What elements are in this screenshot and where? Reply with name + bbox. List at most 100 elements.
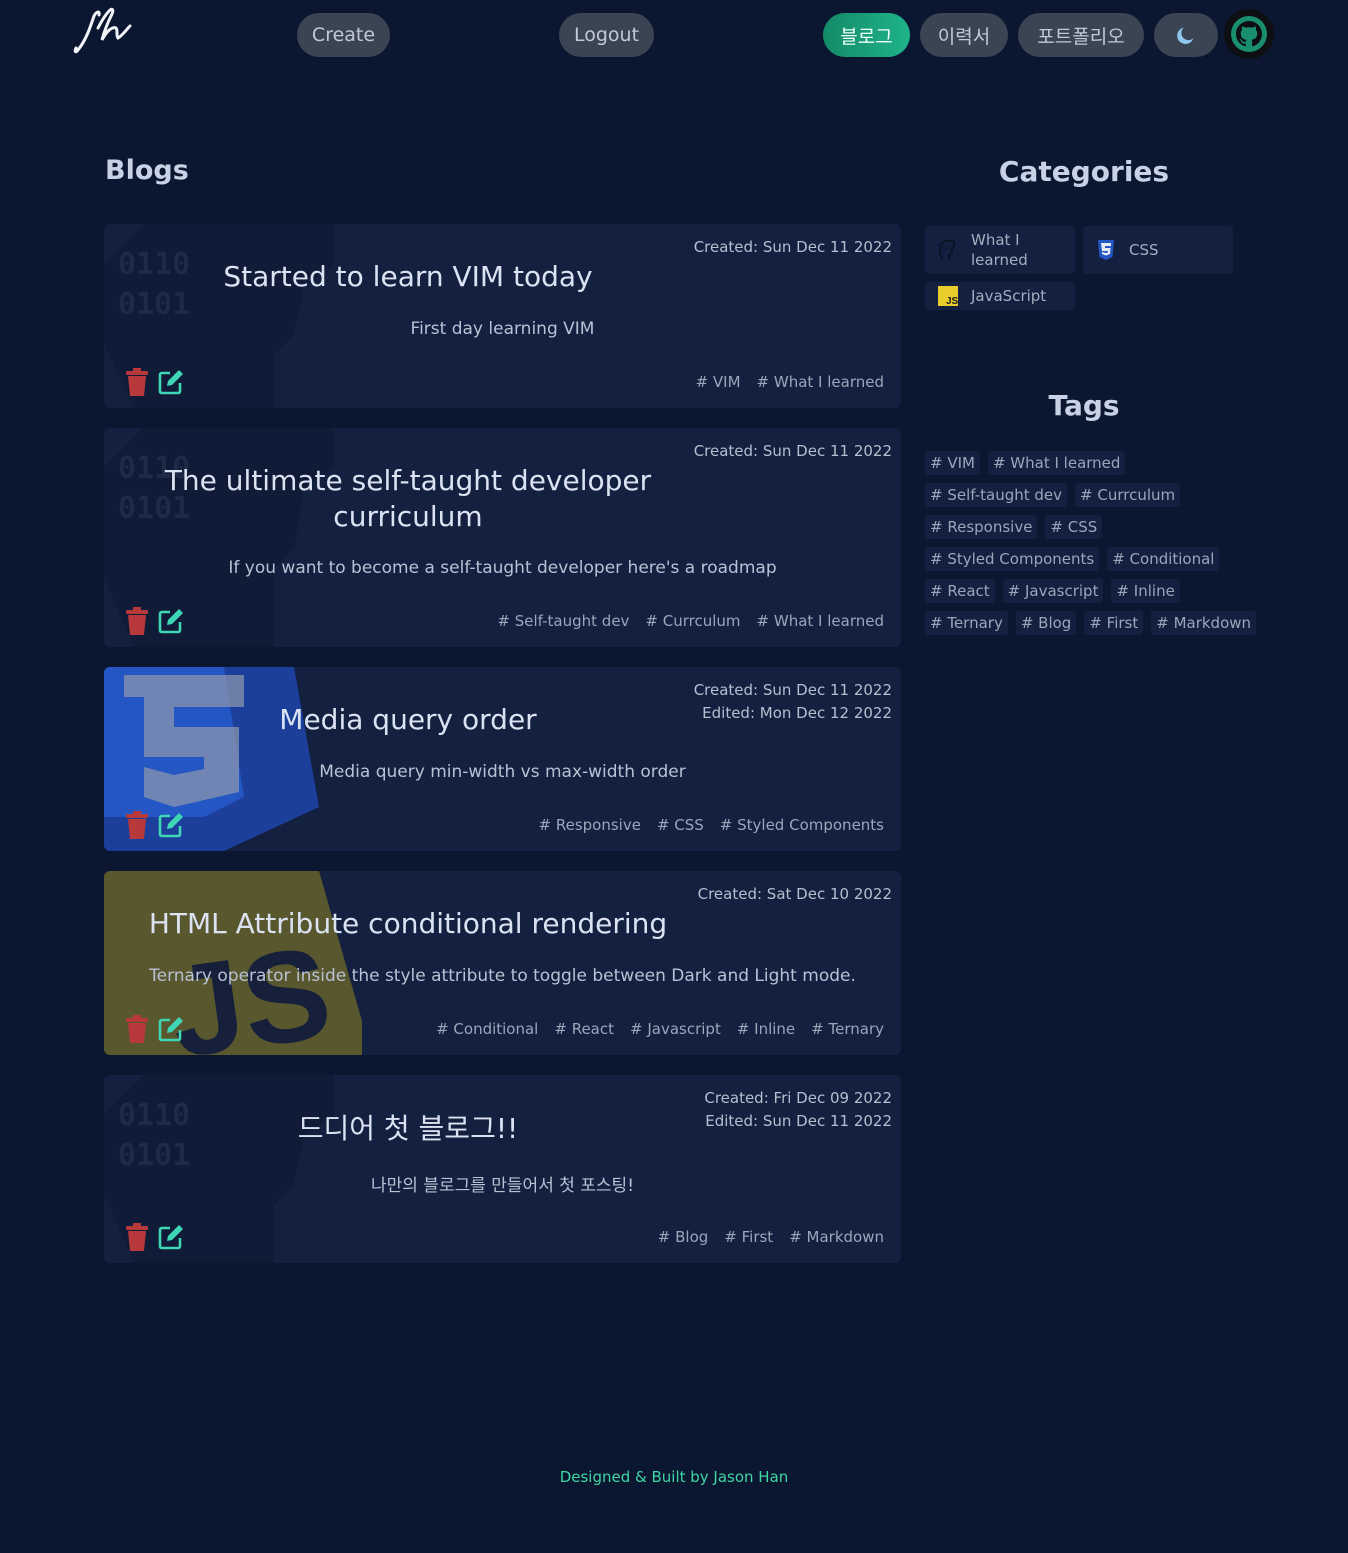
post-title[interactable]: 드디어 첫 블로그!! <box>104 1111 712 1147</box>
post-tag[interactable]: # Styled Components <box>720 816 884 834</box>
blog-post-card[interactable]: Created: Sun Dec 11 2022 Edited: Mon Dec… <box>104 667 901 851</box>
post-title[interactable]: The ultimate self-taught developer curri… <box>104 463 712 535</box>
create-button[interactable]: Create <box>297 13 390 57</box>
delete-button[interactable] <box>124 1015 150 1043</box>
post-excerpt: Ternary operator inside the style attrib… <box>149 966 856 986</box>
edit-icon <box>158 370 183 395</box>
delete-button[interactable] <box>124 811 150 839</box>
post-tag[interactable]: # Responsive <box>539 816 641 834</box>
tags-heading: Tags <box>1048 389 1120 422</box>
tag-list: # VIM # What I learned # Self-taught dev… <box>925 451 1257 643</box>
tag-chip[interactable]: # Ternary <box>925 611 1008 635</box>
nav-portfolio-button[interactable]: 포트폴리오 <box>1018 13 1144 57</box>
post-tag[interactable]: # React <box>554 1020 614 1038</box>
post-created-date: Created: Sat Dec 10 2022 <box>697 885 892 903</box>
svg-text:JS: JS <box>946 296 958 306</box>
theme-toggle-button[interactable] <box>1154 13 1218 57</box>
github-link[interactable] <box>1224 9 1274 59</box>
tag-chip[interactable]: # Self-taught dev <box>925 483 1068 507</box>
category-what-i-learned[interactable]: 01 What I learned <box>925 226 1075 274</box>
svg-text:01: 01 <box>942 246 948 252</box>
blog-post-card[interactable]: 0110 0101 Created: Sun Dec 11 2022 The u… <box>104 428 901 647</box>
edit-icon <box>158 609 183 634</box>
logout-button[interactable]: Logout <box>559 13 654 57</box>
post-dates: Created: Sun Dec 11 2022 Edited: Mon Dec… <box>694 679 892 725</box>
post-excerpt: First day learning VIM <box>410 319 595 339</box>
nav-blog-button[interactable]: 블로그 <box>823 13 910 57</box>
tag-chip[interactable]: # What I learned <box>987 451 1126 475</box>
css3-icon <box>1095 239 1117 261</box>
post-tag[interactable]: # Blog <box>658 1228 709 1246</box>
edit-button[interactable] <box>158 1223 184 1251</box>
binary-brain-icon: 01 <box>937 239 959 261</box>
post-tag[interactable]: # VIM <box>696 373 741 391</box>
edit-button[interactable] <box>158 1015 184 1043</box>
tag-chip[interactable]: # Inline <box>1111 579 1180 603</box>
trash-icon <box>126 1223 148 1251</box>
blog-post-card[interactable]: 0110 0101 Created: Fri Dec 09 2022 Edite… <box>104 1075 901 1263</box>
post-created-date: Created: Sun Dec 11 2022 <box>693 681 892 699</box>
nav-resume-button[interactable]: 이력서 <box>920 13 1008 57</box>
post-title[interactable]: Started to learn VIM today <box>104 259 712 295</box>
moon-icon <box>1177 27 1194 44</box>
post-created-date: Created: Sun Dec 11 2022 <box>693 442 892 460</box>
post-tags: # Responsive # CSS # Styled Components <box>539 816 884 834</box>
edit-icon <box>158 813 183 838</box>
site-logo[interactable] <box>72 6 136 56</box>
tag-chip[interactable]: # Conditional <box>1107 547 1220 571</box>
post-edited-date: Edited: Sun Dec 11 2022 <box>705 1112 892 1130</box>
edit-icon <box>158 1017 183 1042</box>
edit-icon <box>158 1225 183 1250</box>
post-dates: Created: Fri Dec 09 2022 Edited: Sun Dec… <box>704 1087 892 1133</box>
edit-button[interactable] <box>158 811 184 839</box>
post-tags: # VIM # What I learned <box>696 373 884 391</box>
post-tags: # Blog # First # Markdown <box>658 1228 884 1246</box>
tag-chip[interactable]: # CSS <box>1045 515 1103 539</box>
category-label: JavaScript <box>971 287 1047 305</box>
tag-chip[interactable]: # Currculum <box>1075 483 1181 507</box>
post-excerpt: Media query min-width vs max-width order <box>319 762 686 782</box>
category-javascript[interactable]: JS JavaScript <box>925 282 1075 310</box>
post-actions <box>124 607 184 635</box>
tag-chip[interactable]: # Responsive <box>925 515 1038 539</box>
blog-post-card[interactable]: JS Created: Sat Dec 10 2022 HTML Attribu… <box>104 871 901 1055</box>
post-tag[interactable]: # CSS <box>657 816 704 834</box>
tag-chip[interactable]: # First <box>1084 611 1144 635</box>
post-tag[interactable]: # Inline <box>737 1020 795 1038</box>
category-label: CSS <box>1129 241 1159 259</box>
delete-button[interactable] <box>124 607 150 635</box>
post-tag[interactable]: # Currculum <box>645 612 740 630</box>
post-tag[interactable]: # First <box>724 1228 773 1246</box>
post-actions <box>124 811 184 839</box>
post-tag[interactable]: # Ternary <box>811 1020 884 1038</box>
delete-button[interactable] <box>124 1223 150 1251</box>
edit-button[interactable] <box>158 607 184 635</box>
post-actions <box>124 1223 184 1251</box>
post-excerpt: 나만의 블로그를 만들어서 첫 포스팅! <box>370 1176 635 1196</box>
tag-chip[interactable]: # Javascript <box>1002 579 1104 603</box>
blog-post-card[interactable]: 0110 0101 Created: Sun Dec 11 2022 Start… <box>104 224 901 408</box>
top-nav: Create Logout 블로그 이력서 포트폴리오 <box>0 0 1348 70</box>
post-tags: # Self-taught dev # Currculum # What I l… <box>497 612 884 630</box>
post-tag[interactable]: # Conditional <box>436 1020 538 1038</box>
post-title[interactable]: Media query order <box>104 702 712 738</box>
edit-button[interactable] <box>158 368 184 396</box>
delete-button[interactable] <box>124 368 150 396</box>
post-tag[interactable]: # Self-taught dev <box>497 612 629 630</box>
category-css[interactable]: CSS <box>1083 226 1233 274</box>
trash-icon <box>126 811 148 839</box>
post-tag[interactable]: # What I learned <box>757 612 884 630</box>
post-actions <box>124 368 184 396</box>
tag-chip[interactable]: # VIM <box>925 451 980 475</box>
post-excerpt: If you want to become a self-taught deve… <box>228 558 777 578</box>
tag-chip[interactable]: # React <box>925 579 995 603</box>
post-title[interactable]: HTML Attribute conditional rendering <box>104 906 712 942</box>
post-tag[interactable]: # Markdown <box>789 1228 884 1246</box>
javascript-icon: JS <box>937 285 959 307</box>
trash-icon <box>126 607 148 635</box>
post-tag[interactable]: # Javascript <box>630 1020 721 1038</box>
tag-chip[interactable]: # Styled Components <box>925 547 1100 571</box>
tag-chip[interactable]: # Blog <box>1015 611 1077 635</box>
post-tag[interactable]: # What I learned <box>757 373 884 391</box>
tag-chip[interactable]: # Markdown <box>1151 611 1257 635</box>
